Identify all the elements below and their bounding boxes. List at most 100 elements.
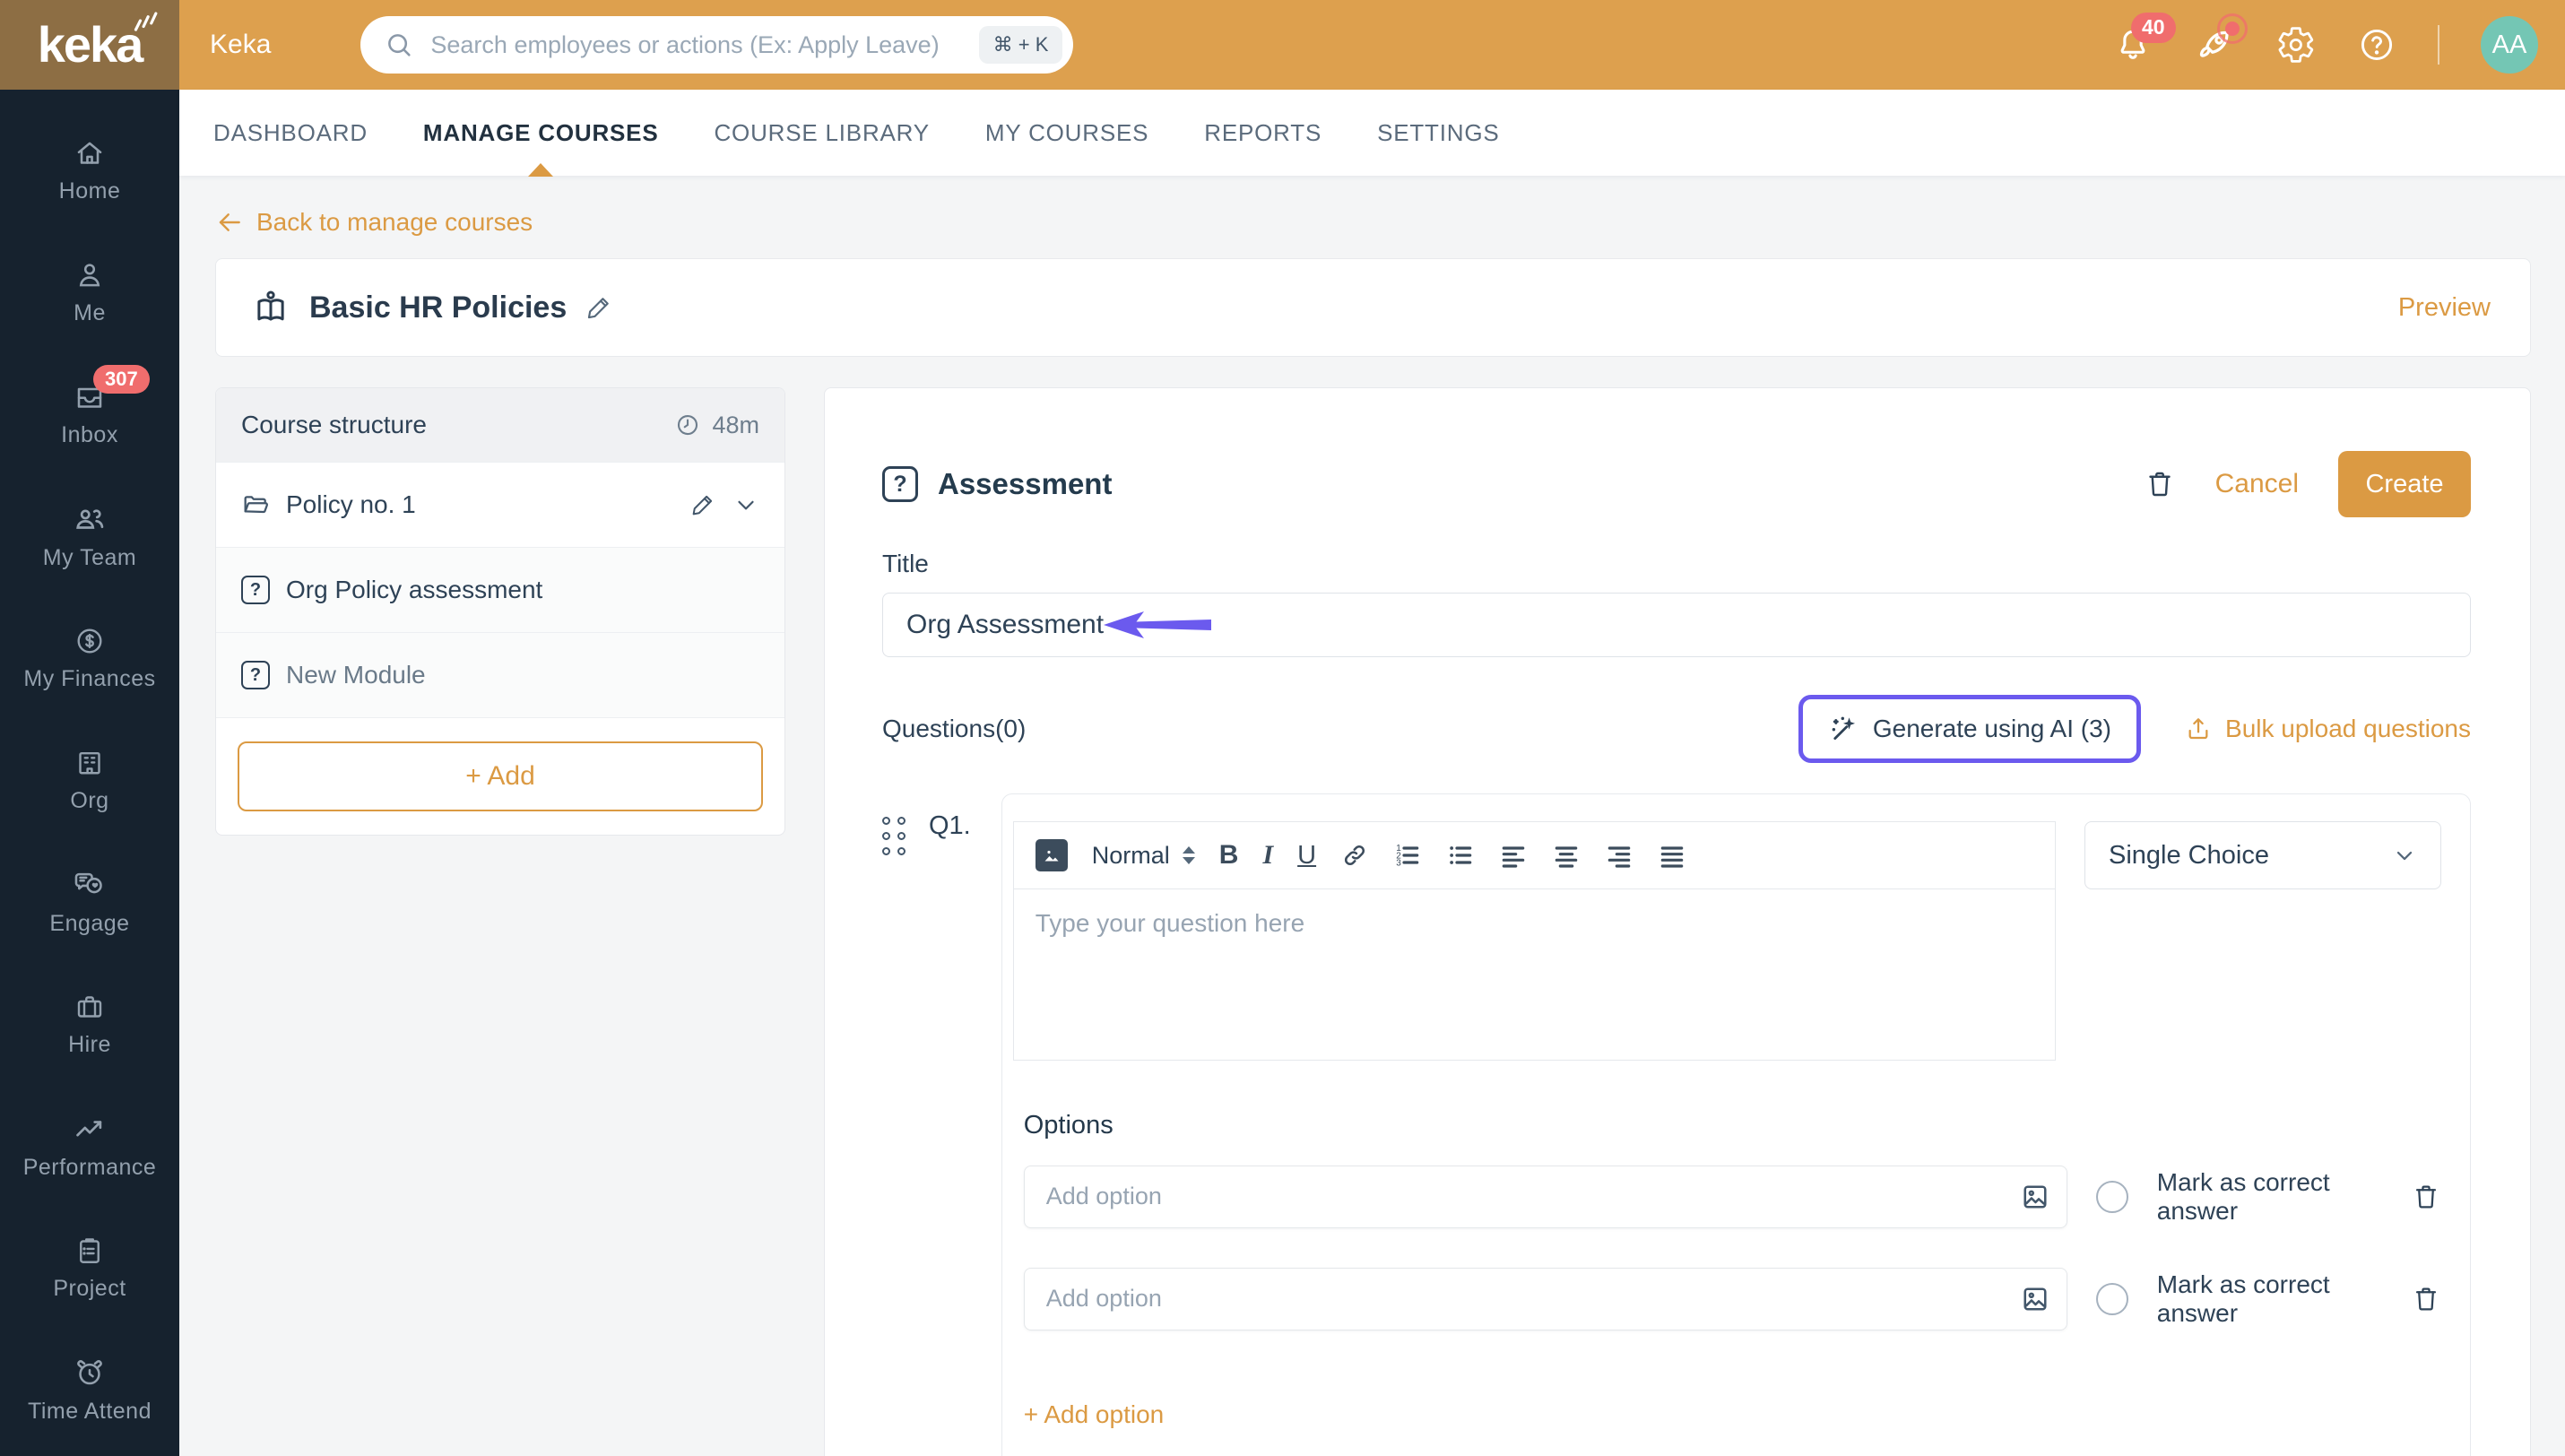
justify-button[interactable] xyxy=(1658,841,1686,870)
sidebar-item-engage[interactable]: Engage xyxy=(0,841,179,963)
questions-toolbar: Questions(0) Generate using AI (3) Bulk … xyxy=(882,695,2471,763)
whats-new-button[interactable] xyxy=(2194,13,2248,65)
insert-image-button[interactable] xyxy=(1035,839,1068,871)
underline-button[interactable]: U xyxy=(1297,841,1316,871)
briefcase-icon xyxy=(77,995,102,1018)
tab-manage-courses[interactable]: MANAGE COURSES xyxy=(423,90,659,176)
tab-dashboard[interactable]: DASHBOARD xyxy=(213,90,368,176)
magic-wand-icon xyxy=(1832,716,1855,741)
align-left-button[interactable] xyxy=(1499,841,1528,870)
trash-icon xyxy=(2148,472,2171,497)
chevron-down-icon xyxy=(2396,851,2413,861)
course-structure-panel: Course structure 48m Policy no. 1 ? Org … xyxy=(215,387,785,836)
delete-option-button[interactable] xyxy=(2411,1182,2441,1212)
option-input[interactable] xyxy=(1023,1165,2067,1228)
trash-icon xyxy=(2415,1287,2437,1310)
arrow-left-icon xyxy=(219,213,240,231)
generate-ai-button[interactable]: Generate using AI (3) xyxy=(1798,695,2142,763)
editor-toolbar: Normal B I U 123 xyxy=(1012,821,2056,889)
add-module-button[interactable]: + Add xyxy=(238,741,763,811)
bullet-list-button[interactable] xyxy=(1446,841,1475,870)
help-icon xyxy=(2361,29,2393,61)
ordered-list-icon: 123 xyxy=(1396,844,1419,869)
upload-icon xyxy=(2188,718,2208,740)
sidebar-item-time-attend[interactable]: Time Attend xyxy=(0,1329,179,1451)
link-button[interactable] xyxy=(1340,841,1369,870)
option-input[interactable] xyxy=(1023,1267,2067,1330)
edit-module-button[interactable] xyxy=(689,491,716,518)
inbox-count-badge: 307 xyxy=(93,364,150,394)
bold-button[interactable]: B xyxy=(1219,840,1239,871)
delete-assessment-button[interactable] xyxy=(2144,468,2176,500)
sidebar-item-inbox[interactable]: 307 Inbox xyxy=(0,353,179,475)
option-image-button[interactable] xyxy=(2019,1181,2051,1213)
assessment-icon: ? xyxy=(882,466,918,502)
search-input[interactable] xyxy=(430,30,979,59)
dollar-icon xyxy=(77,628,102,653)
mark-correct-label: Mark as correct answer xyxy=(2156,1167,2330,1225)
back-link[interactable]: Back to manage courses xyxy=(215,208,533,237)
sidebar-item-my-team[interactable]: My Team xyxy=(0,475,179,597)
tab-my-courses[interactable]: MY COURSES xyxy=(985,90,1148,176)
course-duration: 48m xyxy=(674,412,759,439)
ordered-list-button[interactable]: 123 xyxy=(1393,841,1422,870)
help-button[interactable] xyxy=(2357,25,2396,65)
sidebar-item-performance[interactable]: Performance xyxy=(0,1085,179,1207)
sidebar-item-project[interactable]: Project xyxy=(0,1207,179,1329)
course-icon xyxy=(257,290,284,321)
question-text-area[interactable]: Type your question here xyxy=(1012,888,2056,1061)
correct-answer-radio[interactable] xyxy=(2095,1180,2128,1213)
paragraph-style-dropdown[interactable]: Normal xyxy=(1092,842,1195,870)
option-image-button[interactable] xyxy=(2019,1283,2051,1315)
sidebar-item-hire[interactable]: Hire xyxy=(0,963,179,1085)
logo-spark-icon xyxy=(134,12,158,31)
tab-reports[interactable]: REPORTS xyxy=(1204,90,1321,176)
tab-course-library[interactable]: COURSE LIBRARY xyxy=(714,90,929,176)
tab-settings[interactable]: SETTINGS xyxy=(1377,90,1499,176)
drag-handle[interactable] xyxy=(882,817,906,1456)
mark-correct-label: Mark as correct answer xyxy=(2156,1270,2330,1327)
folder-icon xyxy=(244,496,269,514)
sidebar-item-me[interactable]: Me xyxy=(0,231,179,353)
align-right-button[interactable] xyxy=(1605,841,1633,870)
align-center-button[interactable] xyxy=(1552,841,1581,870)
global-search[interactable]: ⌘ + K xyxy=(360,16,1074,74)
edit-course-title-button[interactable] xyxy=(585,293,613,322)
trash-icon xyxy=(2415,1185,2437,1208)
settings-button[interactable] xyxy=(2276,25,2316,65)
sidebar-item-org[interactable]: Org xyxy=(0,719,179,841)
image-icon xyxy=(2023,1184,2047,1209)
question-number: Q1. xyxy=(929,811,971,840)
trend-icon xyxy=(76,1120,102,1136)
preview-link[interactable]: Preview xyxy=(2398,293,2491,323)
sidebar-item-home[interactable]: Home xyxy=(0,109,179,231)
style-carets-icon xyxy=(1182,846,1195,864)
structure-item-org-policy-assessment[interactable]: ? Org Policy assessment xyxy=(216,547,784,632)
image-icon xyxy=(2023,1287,2047,1311)
clipboard-icon xyxy=(80,1237,100,1263)
add-option-button[interactable]: + Add option xyxy=(1013,1400,1164,1429)
collapse-module-button[interactable] xyxy=(732,491,759,518)
notifications-button[interactable]: 40 xyxy=(2113,13,2176,65)
assessment-panel: ? Assessment Cancel Create Title Org Ass… xyxy=(824,387,2531,1456)
cancel-button[interactable]: Cancel xyxy=(2215,469,2299,499)
app-root: keka Keka ⌘ + K 40 xyxy=(0,0,2565,1456)
module-tabs: DASHBOARD MANAGE COURSES COURSE LIBRARY … xyxy=(179,90,2565,176)
sidebar-item-my-finances[interactable]: My Finances xyxy=(0,597,179,719)
create-button[interactable]: Create xyxy=(2338,451,2471,517)
user-avatar[interactable]: AA xyxy=(2481,16,2538,74)
keka-logo[interactable]: keka xyxy=(0,0,179,90)
top-bar-actions: 40 AA xyxy=(2113,13,2565,74)
assessment-type-icon: ? xyxy=(241,576,270,604)
page-content: Back to manage courses Basic HR Policies… xyxy=(179,176,2565,1456)
top-bar: keka Keka ⌘ + K 40 xyxy=(0,0,2565,90)
clock-icon xyxy=(678,414,698,436)
assessment-header: ? Assessment Cancel Create xyxy=(882,451,2471,517)
structure-item-new-module[interactable]: ? New Module xyxy=(216,632,784,717)
bulk-upload-button[interactable]: Bulk upload questions xyxy=(2184,715,2471,743)
question-type-dropdown[interactable]: Single Choice xyxy=(2084,821,2441,889)
structure-item-policy[interactable]: Policy no. 1 xyxy=(216,462,784,547)
correct-answer-radio[interactable] xyxy=(2095,1282,2128,1315)
delete-option-button[interactable] xyxy=(2411,1284,2441,1314)
italic-button[interactable]: I xyxy=(1262,840,1273,871)
